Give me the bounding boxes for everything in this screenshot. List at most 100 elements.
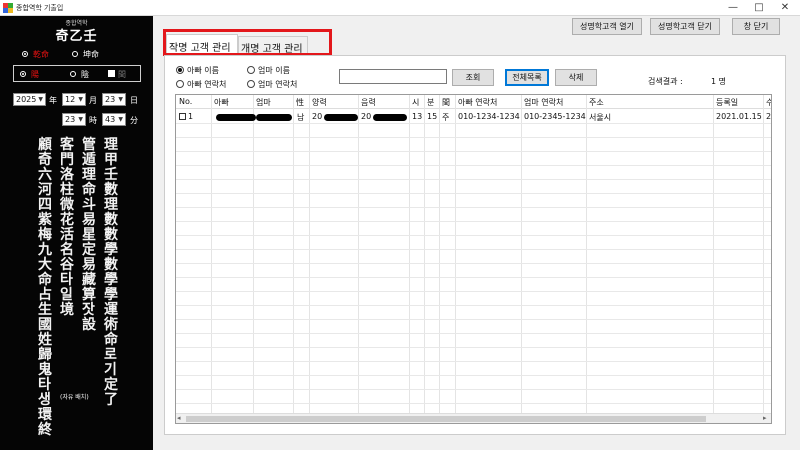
lunar-radio[interactable] bbox=[70, 71, 76, 77]
year-select[interactable]: 2025 ▼ bbox=[13, 93, 46, 106]
search-mother-phone-radio[interactable] bbox=[247, 80, 255, 88]
col-header-hour[interactable]: 시 bbox=[412, 97, 419, 108]
scrollbar-thumb[interactable] bbox=[186, 416, 706, 422]
row-line bbox=[176, 319, 771, 320]
redacted-mother-name bbox=[256, 114, 292, 121]
row-line bbox=[176, 277, 771, 278]
solar-radio[interactable] bbox=[20, 71, 26, 77]
leap-checkbox[interactable] bbox=[108, 70, 115, 77]
col-header-solar[interactable]: 양력 bbox=[312, 97, 327, 108]
search-father-name-radio[interactable] bbox=[176, 66, 184, 74]
close-window-button[interactable]: 창 닫기 bbox=[732, 18, 780, 35]
chevron-down-icon: ▼ bbox=[78, 116, 83, 123]
chevron-down-icon: ▼ bbox=[78, 96, 83, 103]
column-separator bbox=[763, 95, 764, 415]
close-window-x-button[interactable]: ✕ bbox=[772, 0, 798, 16]
column-separator bbox=[293, 95, 294, 415]
cell-sex: 남 bbox=[297, 113, 305, 122]
maximize-button[interactable]: □ bbox=[746, 0, 772, 16]
search-mother-phone-label: 엄마 연락처 bbox=[258, 80, 298, 89]
minute-unit: 分 bbox=[130, 116, 138, 125]
row-line bbox=[176, 207, 771, 208]
col-header-mother-phone[interactable]: 엄마 연락처 bbox=[524, 97, 563, 108]
row-line bbox=[176, 221, 771, 222]
month-select[interactable]: 12 ▼ bbox=[62, 93, 86, 106]
female-radio[interactable] bbox=[72, 51, 78, 57]
search-button[interactable]: 조회 bbox=[452, 69, 494, 86]
free-placement-note: (자유 배치) bbox=[60, 394, 89, 401]
cell-no: 1 bbox=[188, 112, 194, 121]
solar-label: 陽 bbox=[31, 70, 39, 79]
minute-select[interactable]: 43 ▼ bbox=[102, 113, 126, 126]
cell-hour: 13 bbox=[412, 112, 423, 121]
row-select-checkbox[interactable] bbox=[179, 113, 186, 120]
column-separator bbox=[358, 95, 359, 415]
column-separator bbox=[586, 95, 587, 415]
minute-value: 43 bbox=[105, 115, 116, 124]
table-row[interactable]: 1 남 20 20 13 15 주 010-1234-1234 010-2345… bbox=[176, 110, 772, 123]
row-line bbox=[176, 165, 771, 166]
col-header-lunar[interactable]: 음력 bbox=[361, 97, 376, 108]
row-line bbox=[176, 375, 771, 376]
open-seongmyeong-button[interactable]: 성명학고객 열기 bbox=[572, 18, 642, 35]
hour-select[interactable]: 23 ▼ bbox=[62, 113, 86, 126]
search-father-phone-radio[interactable] bbox=[176, 80, 184, 88]
month-value: 12 bbox=[65, 95, 76, 104]
column-separator bbox=[211, 95, 212, 415]
horizontal-scrollbar[interactable]: ◂ ▸ bbox=[176, 413, 771, 423]
column-separator bbox=[439, 95, 440, 415]
search-mother-name-radio[interactable] bbox=[247, 66, 255, 74]
search-input[interactable] bbox=[339, 69, 447, 84]
col-header-minute[interactable]: 분 bbox=[427, 97, 434, 108]
row-line bbox=[176, 305, 771, 306]
cell-extra: 20 bbox=[766, 112, 772, 121]
row-line bbox=[176, 347, 771, 348]
row-line bbox=[176, 333, 771, 334]
col-header-extra[interactable]: 수 bbox=[766, 97, 771, 108]
calligraphy-column-4: 理甲壬數理數數學數學學運術命로기定了 bbox=[104, 137, 118, 408]
scroll-right-icon[interactable]: ▸ bbox=[763, 414, 767, 422]
row-line bbox=[176, 263, 771, 264]
minimize-button[interactable]: — bbox=[720, 0, 746, 16]
day-value: 23 bbox=[105, 95, 116, 104]
hour-value: 23 bbox=[65, 115, 76, 124]
redacted-solar-date bbox=[324, 114, 358, 121]
cell-leap: 주 bbox=[442, 113, 450, 122]
col-header-registered[interactable]: 등록일 bbox=[716, 97, 738, 108]
row-line bbox=[176, 123, 771, 124]
chevron-down-icon: ▼ bbox=[118, 96, 123, 103]
col-header-father-phone[interactable]: 아빠 연락처 bbox=[458, 97, 497, 108]
col-header-mother[interactable]: 엄마 bbox=[256, 97, 271, 108]
cell-lunar: 20 bbox=[361, 112, 372, 121]
result-label: 검색결과 : bbox=[648, 77, 683, 86]
col-header-father[interactable]: 아빠 bbox=[214, 97, 229, 108]
cell-solar: 20 bbox=[312, 112, 323, 121]
column-separator bbox=[521, 95, 522, 415]
calligraphy-column-1: 顧奇六河四紫梅九大命占生國姓歸鬼타생環終 bbox=[38, 137, 52, 438]
redacted-lunar-date bbox=[373, 114, 407, 121]
male-radio[interactable] bbox=[22, 51, 28, 57]
calligraphy-column-2: 客門 洛柱微花 活 名谷타일境 bbox=[60, 137, 84, 318]
col-header-leap[interactable]: 閏 bbox=[442, 97, 450, 108]
scroll-left-icon[interactable]: ◂ bbox=[177, 414, 181, 422]
male-label: 乾命 bbox=[33, 50, 49, 59]
search-father-name-label: 아빠 이름 bbox=[187, 66, 219, 75]
day-select[interactable]: 23 ▼ bbox=[102, 93, 126, 106]
search-mother-name-label: 엄마 이름 bbox=[258, 66, 290, 75]
close-seongmyeong-button[interactable]: 성명학고객 닫기 bbox=[650, 18, 720, 35]
sidebar: 종합역학 奇乙壬 乾命 坤命 陽 陰 閏 2025 ▼ 年 12 ▼ 月 23 ▼ 日… bbox=[0, 16, 153, 450]
calligraphy-column-3: 管遁理命斗易星定 易 藏算잣設 bbox=[82, 137, 111, 333]
list-all-button[interactable]: 전체목록 bbox=[505, 69, 549, 86]
row-line bbox=[176, 193, 771, 194]
delete-button[interactable]: 삭제 bbox=[555, 69, 597, 86]
cell-minute: 15 bbox=[427, 112, 438, 121]
lunar-label: 陰 bbox=[81, 70, 89, 79]
logo-title: 奇乙壬 bbox=[55, 29, 98, 44]
row-line bbox=[176, 137, 771, 138]
window-title: 종합역학 기출입 bbox=[16, 4, 64, 12]
row-line bbox=[176, 249, 771, 250]
col-header-sex[interactable]: 性 bbox=[296, 97, 304, 108]
col-header-address[interactable]: 주소 bbox=[589, 97, 604, 108]
col-header-no[interactable]: No. bbox=[179, 97, 192, 106]
customer-table[interactable]: No. 아빠 엄마 性 양력 음력 시 분 閏 아빠 연락처 엄마 연락처 주소… bbox=[175, 94, 772, 424]
